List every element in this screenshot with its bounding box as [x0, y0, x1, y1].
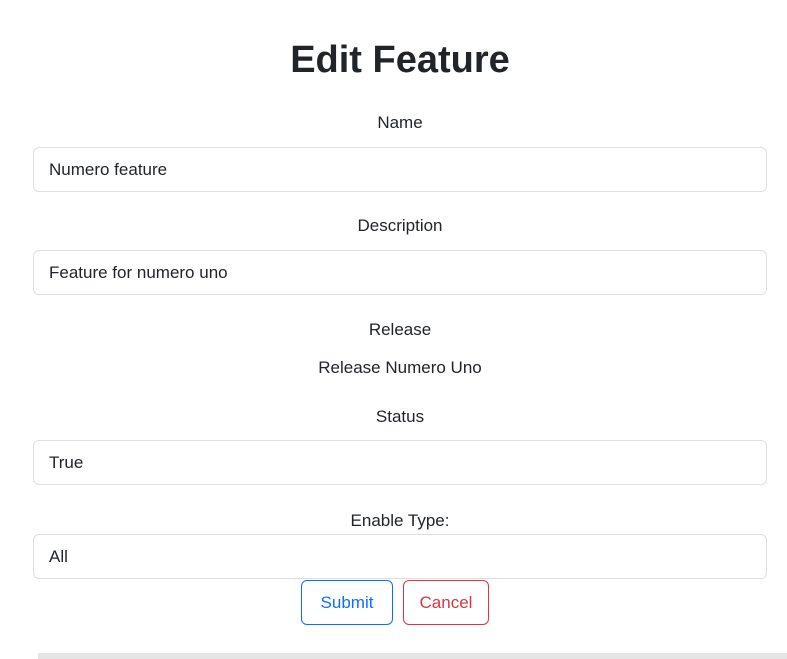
status-label: Status — [375, 407, 425, 426]
enable-type-label: Enable Type: — [350, 511, 450, 530]
release-value: Release Numero Uno — [318, 358, 482, 377]
submit-button[interactable]: Submit — [301, 580, 393, 625]
horizontal-scrollbar[interactable] — [38, 653, 787, 659]
edit-feature-page: Edit Feature Name Description Release Re… — [0, 0, 787, 659]
cancel-button[interactable]: Cancel — [403, 580, 489, 625]
release-label: Release — [368, 320, 432, 339]
enable-type-input[interactable] — [33, 534, 767, 579]
description-input[interactable] — [33, 250, 767, 295]
description-label: Description — [357, 216, 443, 235]
name-input[interactable] — [33, 147, 767, 192]
status-input[interactable] — [33, 440, 767, 485]
name-label: Name — [377, 113, 423, 132]
page-title: Edit Feature — [290, 39, 510, 81]
